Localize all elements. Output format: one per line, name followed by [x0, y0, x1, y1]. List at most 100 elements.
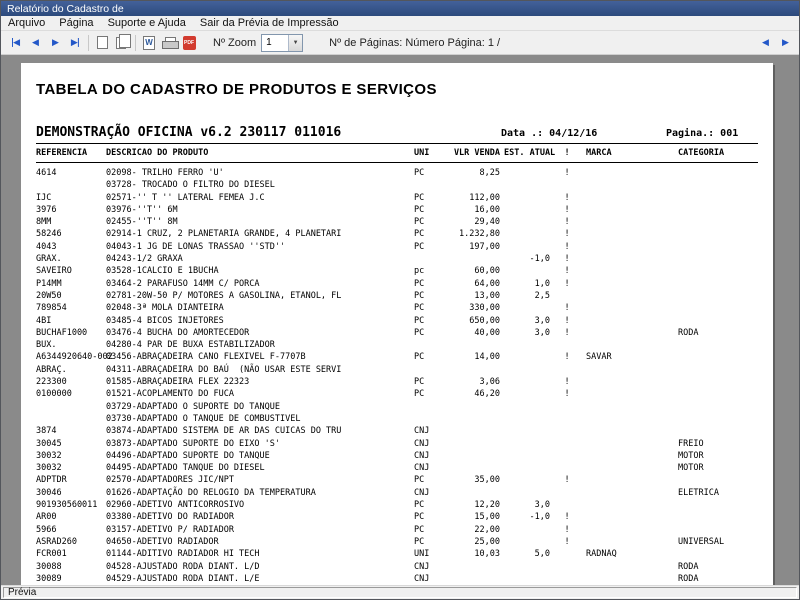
cell-est [504, 487, 554, 499]
cell-uni: PC [414, 290, 425, 301]
cell-ref: ADPTDR [36, 475, 67, 486]
cell-ref: P14MM [36, 278, 62, 289]
cell-vlr [444, 573, 504, 585]
zoom-label: Nº Zoom [213, 36, 257, 49]
export-pdf-button[interactable]: PDF [179, 33, 199, 53]
cell-cat [672, 253, 758, 265]
cell-excl [554, 339, 580, 351]
cell-excl: ! [564, 377, 570, 388]
header-exclamation: ! [564, 148, 570, 158]
cell-uni: CNJ [414, 450, 430, 461]
cell-uni: PC [414, 389, 425, 400]
report-page-number: Pagina.: 001 [666, 128, 739, 139]
cell-vlr: 60,00 [474, 266, 500, 277]
cell-est [504, 573, 554, 585]
table-row: BUX. 04280-4 PAR DE BUXA ESTABILIZADOR [36, 339, 758, 351]
cell-desc: 04495-ADAPTADO TANQUE DO DIESEL [106, 463, 265, 474]
cell-ref: 30045 [36, 438, 62, 449]
first-page-button[interactable]: |◀ [5, 33, 25, 53]
cell-desc: 01144-ADITIVO RADIADOR HI TECH [106, 549, 260, 560]
cell-cat [672, 167, 758, 179]
last-page-button[interactable]: ▶| [65, 33, 85, 53]
cell-est: 3,0 [534, 327, 550, 338]
cell-excl: ! [564, 254, 570, 265]
cell-ref [36, 179, 106, 191]
cell-desc: 02455-''T'' 8M [106, 217, 178, 228]
scroll-right-button[interactable]: ▶ [775, 33, 795, 53]
cell-marca [580, 192, 672, 204]
menu-item-suporte[interactable]: Suporte e Ajuda [101, 16, 193, 31]
menu-item-sair-previa[interactable]: Sair da Prévia de Impressão [193, 16, 346, 31]
cell-marca [580, 290, 672, 302]
printer-icon [161, 37, 179, 49]
cell-ref: 4043 [36, 241, 57, 252]
table-row: 30089 04529-AJUSTADO RODA DIANT. L/E CNJ RO… [36, 573, 758, 585]
table-row: 789854 02048-3ª MOLA DIANTEIRA PC 330,00! [36, 302, 758, 314]
menu-item-pagina[interactable]: Página [52, 16, 100, 31]
window-titlebar[interactable]: Relatório do Cadastro de [1, 1, 799, 16]
cell-est: 3,0 [534, 315, 550, 326]
cell-vlr: 46,20 [474, 389, 500, 400]
cell-vlr: 112,00 [469, 192, 500, 203]
cell-vlr: 22,00 [474, 524, 500, 535]
cell-vlr: 15,00 [474, 512, 500, 523]
cell-vlr: 35,00 [474, 475, 500, 486]
next-page-button[interactable]: ▶ [45, 33, 65, 53]
print-preview-area[interactable]: TABELA DO CADASTRO DE PRODUTOS E SERVIÇO… [1, 55, 799, 585]
menu-item-arquivo[interactable]: Arquivo [1, 16, 52, 31]
cell-desc: 03380-ADETIVO DO RADIADOR [106, 512, 234, 523]
cell-marca [580, 487, 672, 499]
cell-desc: 03476-4 BUCHA DO AMORTECEDOR [106, 327, 250, 338]
cell-est: 3,0 [534, 500, 550, 511]
cell-vlr [444, 364, 504, 376]
cell-uni [414, 179, 444, 191]
cell-cat: ELETRICA [678, 487, 719, 498]
cell-excl [554, 573, 580, 585]
cell-cat: UNIVERSAL [678, 536, 725, 547]
table-row: FCR001 01144-ADITIVO RADIADOR HI TECH UNI 1… [36, 548, 758, 560]
cell-desc: 04311-ABRAÇADEIRA DO BAÚ (NÃO USAR ESTE … [106, 364, 342, 375]
cell-marca [580, 364, 672, 376]
cell-cat [672, 302, 758, 314]
single-page-view-button[interactable] [92, 33, 112, 53]
table-row: SAVEIRO 03528-1CALCIO E 1BUCHA pc 60,00! [36, 265, 758, 277]
scroll-left-button[interactable]: ◀ [755, 33, 775, 53]
multi-page-view-button[interactable] [112, 33, 132, 53]
cell-uni [414, 339, 444, 351]
cell-vlr: 64,00 [474, 278, 500, 289]
report-page: TABELA DO CADASTRO DE PRODUTOS E SERVIÇO… [21, 63, 773, 585]
cell-cat [672, 351, 758, 363]
cell-vlr: 8,25 [479, 168, 500, 178]
cell-est: 5,0 [534, 549, 550, 560]
cell-ref: GRAX. [36, 254, 62, 265]
export-word-button[interactable]: W [139, 33, 159, 53]
cell-marca [580, 474, 672, 486]
cell-marca [580, 327, 672, 339]
cell-est [504, 167, 554, 179]
cell-vlr: 13,00 [474, 290, 500, 301]
cell-uni: PC [414, 303, 425, 314]
cell-est [504, 302, 554, 314]
cell-cat [672, 216, 758, 228]
cell-ref: 3976 [36, 204, 57, 215]
cell-excl [554, 462, 580, 474]
cell-marca [580, 573, 672, 585]
table-row: ADPTDR 02570-ADAPTADORES JIC/NPT PC 35,00! [36, 474, 758, 486]
cell-cat [672, 179, 758, 191]
previous-page-button[interactable]: ◀ [25, 33, 45, 53]
table-row: 03728- TROCADO O FILTRO DO DIESEL [36, 179, 758, 191]
chevron-down-icon[interactable]: ▼ [288, 34, 303, 51]
pdf-icon: PDF [182, 35, 196, 50]
cell-excl [554, 413, 580, 425]
cell-desc: 02781-20W-50 P/ MOTORES A GASOLINA, ETAN… [106, 290, 342, 301]
cell-cat [672, 315, 758, 327]
cell-marca [580, 536, 672, 548]
toolbar-separator [88, 34, 89, 51]
cell-est: 1,0 [534, 278, 550, 289]
cell-desc: 03157-ADETIVO P/ RADIADOR [106, 524, 234, 535]
cell-ref: BUX. [36, 340, 57, 351]
zoom-combobox[interactable]: 1 ▼ [261, 33, 304, 52]
cell-marca [580, 339, 672, 351]
cell-marca [580, 204, 672, 216]
print-button[interactable] [159, 33, 179, 53]
